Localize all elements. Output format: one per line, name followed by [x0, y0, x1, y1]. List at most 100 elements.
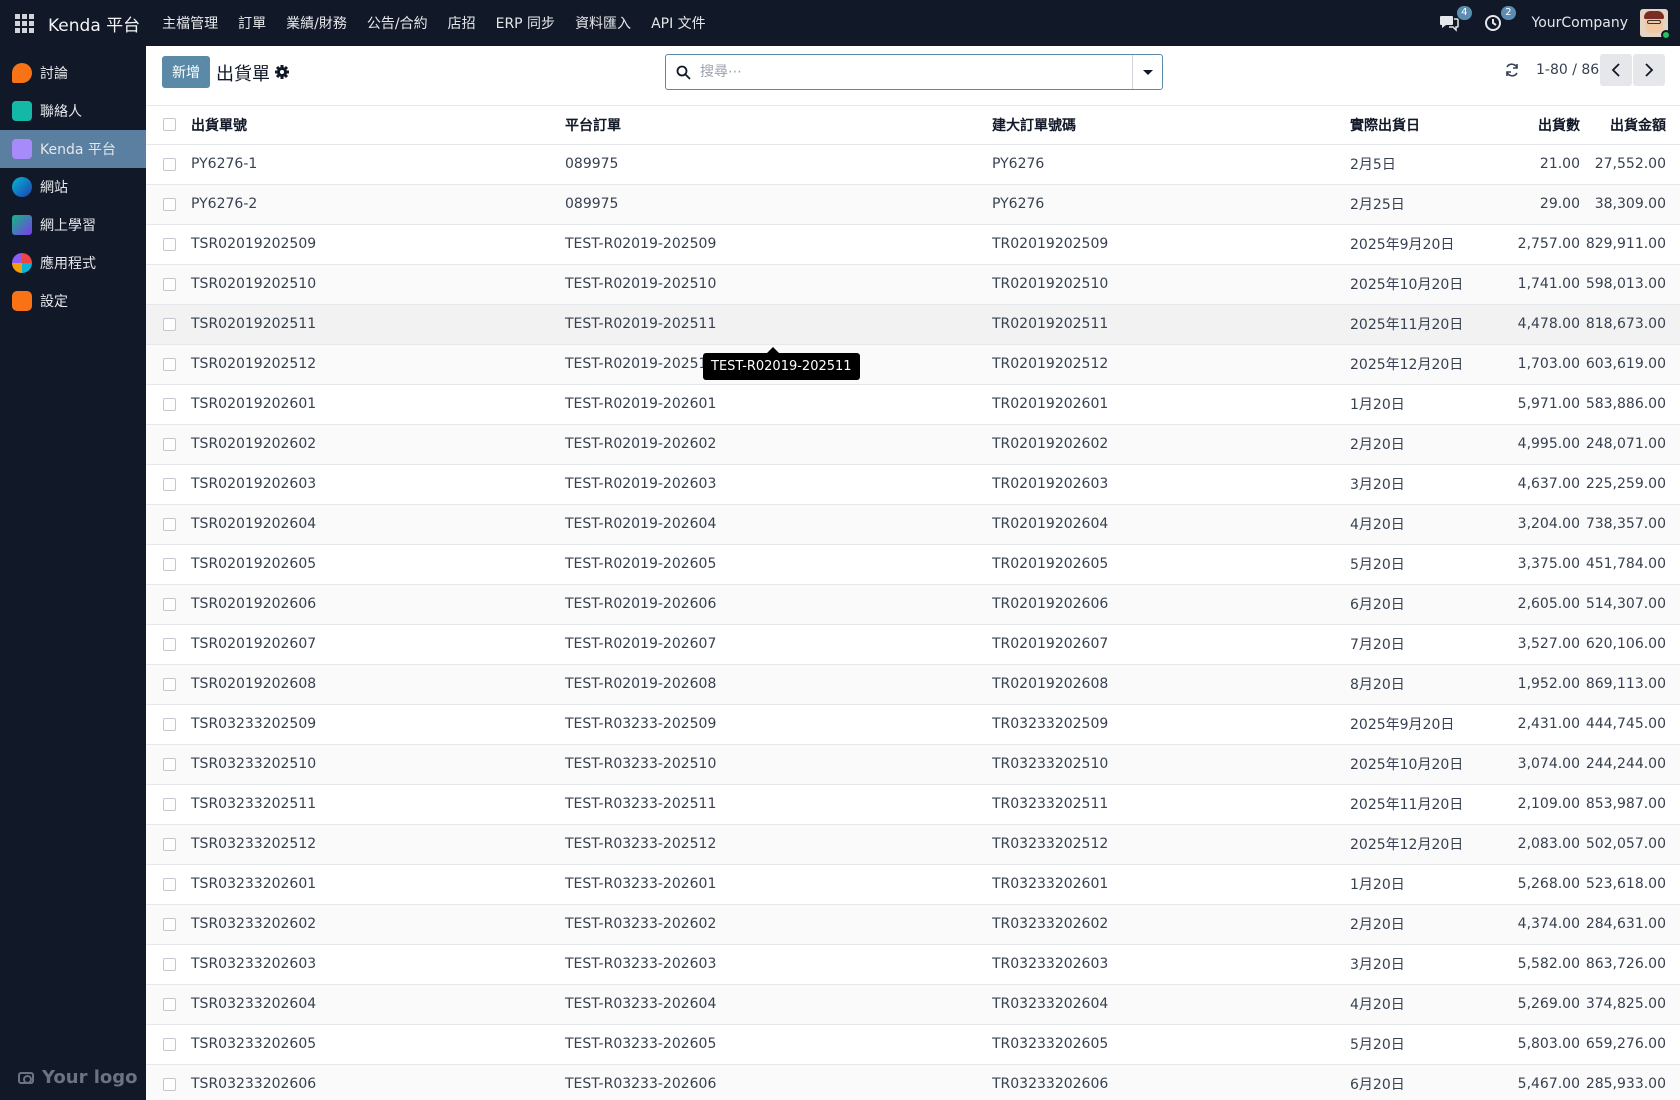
table-row[interactable]: TSR03233202602 TEST-R03233-202602 TR032332… — [146, 904, 1680, 945]
search-input[interactable] — [700, 64, 1132, 80]
menu-item-signboard[interactable]: 店招 — [448, 13, 476, 33]
brand-title[interactable]: Kenda 平台 — [48, 11, 140, 36]
kenda-order-no-cell: TR02019202511 — [992, 304, 1350, 345]
table-row[interactable]: TSR02019202603 TEST-R02019-202603 TR020192… — [146, 464, 1680, 505]
pager-previous-button[interactable] — [1600, 54, 1632, 86]
user-avatar[interactable] — [1640, 9, 1671, 40]
select-all-checkbox[interactable] — [163, 118, 176, 132]
control-panel: 新增 出貨單 1-80 / 86 — [146, 46, 1680, 106]
column-header-quantity[interactable]: 出貨數 — [1490, 106, 1580, 145]
row-checkbox[interactable] — [163, 197, 176, 211]
menu-item-sales-finance[interactable]: 業績/財務 — [286, 13, 347, 33]
table-row[interactable]: TSR02019202606 TEST-R02019-202606 TR020192… — [146, 584, 1680, 625]
table-row[interactable]: TSR03233202511 TEST-R03233-202511 TR032332… — [146, 784, 1680, 825]
row-checkbox[interactable] — [163, 437, 176, 451]
table-row[interactable]: TSR02019202509 TEST-R02019-202509 TR020192… — [146, 224, 1680, 265]
table-row[interactable]: TSR03233202512 TEST-R03233-202512 TR032332… — [146, 824, 1680, 865]
sidebar-item-discuss[interactable]: 討論 — [0, 54, 146, 92]
gear-icon[interactable] — [274, 64, 290, 80]
row-checkbox[interactable] — [163, 837, 176, 851]
row-checkbox[interactable] — [163, 157, 176, 171]
table-row[interactable]: TSR03233202605 TEST-R03233-202605 TR032332… — [146, 1024, 1680, 1065]
amount-cell: 502,057.00 — [1580, 824, 1680, 865]
menu-item-master-data[interactable]: 主檔管理 — [162, 13, 218, 33]
row-checkbox[interactable] — [163, 997, 176, 1011]
systray: 4 2 YourCompany — [1438, 0, 1680, 46]
search-options-toggle[interactable] — [1132, 55, 1162, 89]
new-button[interactable]: 新增 — [162, 56, 210, 88]
column-header-ship-date[interactable]: 實際出貨日 — [1350, 106, 1490, 145]
shipment-no-cell: TSR02019202605 — [191, 544, 565, 585]
table-row[interactable]: TSR02019202605 TEST-R02019-202605 TR020192… — [146, 544, 1680, 585]
sidebar-item-elearning[interactable]: 網上學習 — [0, 206, 146, 244]
menu-item-data-import[interactable]: 資料匯入 — [575, 13, 631, 33]
row-checkbox[interactable] — [163, 917, 176, 931]
row-checkbox[interactable] — [163, 357, 176, 371]
column-header-platform-order[interactable]: 平台訂單 — [565, 106, 992, 145]
column-header-amount[interactable]: 出貨金額 — [1580, 106, 1680, 145]
app-menu-grid-icon[interactable] — [0, 0, 48, 46]
pager-next-button[interactable] — [1633, 54, 1665, 86]
kenda-platform-icon — [12, 139, 32, 159]
row-checkbox[interactable] — [163, 637, 176, 651]
sidebar-item-kenda-platform[interactable]: Kenda 平台 — [0, 130, 146, 168]
platform-order-cell: TEST-R02019-202510 — [565, 264, 992, 305]
shipment-no-cell: TSR03233202601 — [191, 864, 565, 905]
row-checkbox[interactable] — [163, 957, 176, 971]
kenda-order-no-cell: TR03233202509 — [992, 704, 1350, 745]
amount-cell: 27,552.00 — [1580, 144, 1680, 185]
column-header-shipment-no[interactable]: 出貨單號 — [191, 106, 565, 145]
table-row[interactable]: TSR02019202602 TEST-R02019-202602 TR020192… — [146, 424, 1680, 465]
refresh-icon[interactable] — [1504, 62, 1522, 80]
table-row[interactable]: TSR03233202509 TEST-R03233-202509 TR032332… — [146, 704, 1680, 745]
table-row[interactable]: TSR02019202511 TEST-R02019-202511 TR020192… — [146, 304, 1680, 345]
amount-cell: 451,784.00 — [1580, 544, 1680, 585]
table-row[interactable]: PY6276-2 089975 PY6276 2月25日 29.00 38,309.00 — [146, 184, 1680, 225]
activities-clock-icon[interactable]: 2 — [1482, 6, 1516, 34]
table-row[interactable]: TSR03233202606 TEST-R03233-202606 TR032332… — [146, 1064, 1680, 1100]
row-checkbox[interactable] — [163, 597, 176, 611]
row-checkbox[interactable] — [163, 757, 176, 771]
menu-item-api-docs[interactable]: API 文件 — [651, 13, 706, 33]
messages-icon[interactable]: 4 — [1438, 6, 1472, 34]
table-row[interactable]: TSR03233202601 TEST-R03233-202601 TR032332… — [146, 864, 1680, 905]
row-checkbox[interactable] — [163, 1037, 176, 1051]
table-row[interactable]: TSR02019202607 TEST-R02019-202607 TR020192… — [146, 624, 1680, 665]
sidebar-item-apps[interactable]: 應用程式 — [0, 244, 146, 282]
table-row[interactable]: TSR02019202510 TEST-R02019-202510 TR020192… — [146, 264, 1680, 305]
table-row[interactable]: TSR02019202608 TEST-R02019-202608 TR020192… — [146, 664, 1680, 705]
quantity-cell: 3,204.00 — [1490, 504, 1580, 545]
table-row[interactable]: PY6276-1 089975 PY6276 2月5日 21.00 27,552.00 — [146, 144, 1680, 185]
row-checkbox[interactable] — [163, 397, 176, 411]
column-header-kenda-order-no[interactable]: 建大訂單號碼 — [992, 106, 1350, 145]
table-row[interactable]: TSR03233202604 TEST-R03233-202604 TR032332… — [146, 984, 1680, 1025]
row-checkbox[interactable] — [163, 1077, 176, 1091]
pager-value[interactable]: 1-80 / 86 — [1536, 62, 1599, 78]
row-checkbox[interactable] — [163, 317, 176, 331]
row-checkbox[interactable] — [163, 557, 176, 571]
sidebar-item-website[interactable]: 網站 — [0, 168, 146, 206]
menu-item-announcements[interactable]: 公告/合約 — [367, 13, 428, 33]
table-row[interactable]: TSR03233202510 TEST-R03233-202510 TR032332… — [146, 744, 1680, 785]
sidebar-item-settings[interactable]: 設定 — [0, 282, 146, 320]
row-checkbox[interactable] — [163, 517, 176, 531]
platform-order-cell: TEST-R03233-202602 — [565, 904, 992, 945]
row-checkbox[interactable] — [163, 477, 176, 491]
table-row[interactable]: TSR02019202601 TEST-R02019-202601 TR020192… — [146, 384, 1680, 425]
table-row[interactable]: TSR02019202512 TEST-R02019-202512 TR020192… — [146, 344, 1680, 385]
row-checkbox[interactable] — [163, 797, 176, 811]
menu-item-erp-sync[interactable]: ERP 同步 — [496, 13, 555, 33]
table-row[interactable]: TSR02019202604 TEST-R02019-202604 TR020192… — [146, 504, 1680, 545]
row-checkbox[interactable] — [163, 877, 176, 891]
ship-date-cell: 2025年12月20日 — [1350, 344, 1490, 385]
row-checkbox[interactable] — [163, 277, 176, 291]
row-checkbox[interactable] — [163, 677, 176, 691]
amount-cell: 818,673.00 — [1580, 304, 1680, 345]
menu-item-orders[interactable]: 訂單 — [238, 13, 266, 33]
sidebar-item-contacts[interactable]: 聯絡人 — [0, 92, 146, 130]
row-checkbox[interactable] — [163, 237, 176, 251]
table-row[interactable]: TSR03233202603 TEST-R03233-202603 TR032332… — [146, 944, 1680, 985]
company-switcher[interactable]: YourCompany — [1532, 15, 1629, 31]
ship-date-cell: 6月20日 — [1350, 1064, 1490, 1100]
row-checkbox[interactable] — [163, 717, 176, 731]
